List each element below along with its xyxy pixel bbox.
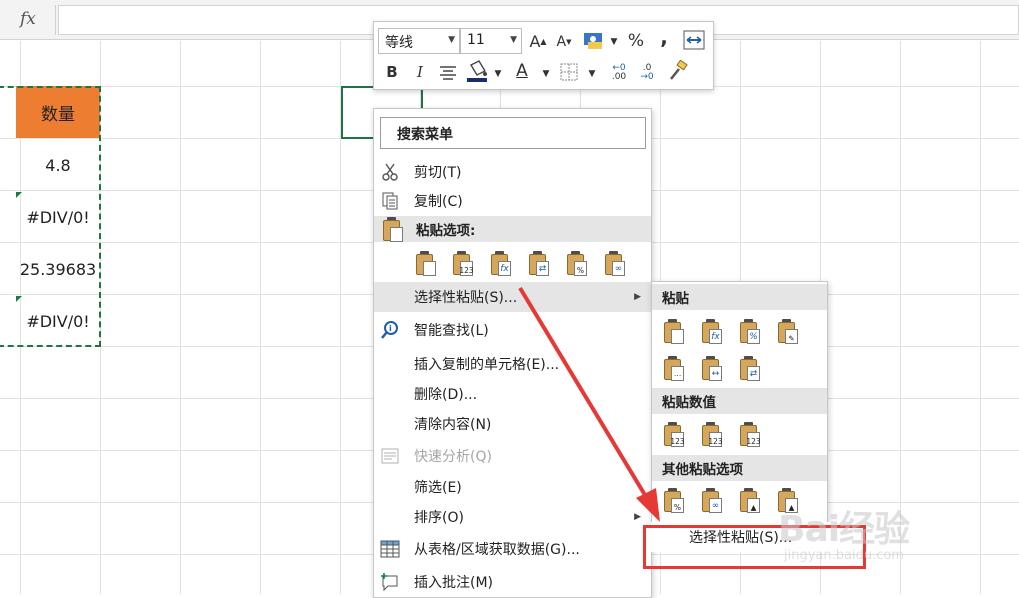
annotation-arrow <box>518 286 653 507</box>
annotation-arrow-head <box>636 488 660 522</box>
annotation-overlay <box>518 286 660 522</box>
